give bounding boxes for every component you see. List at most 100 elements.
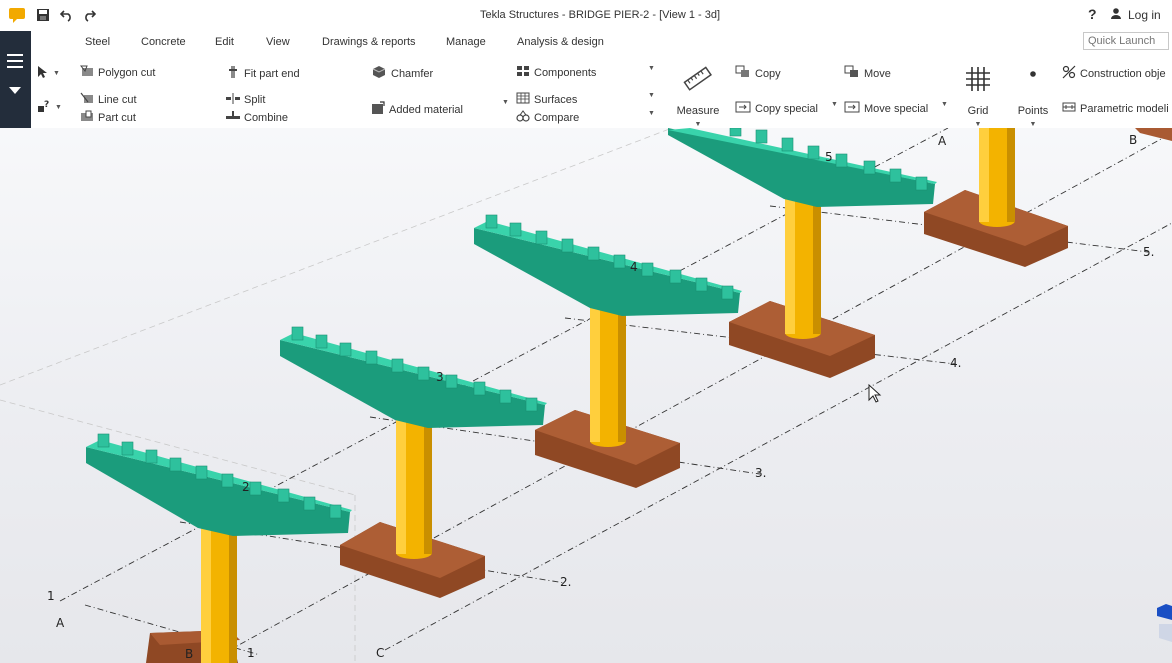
points-label[interactable]: Points [1011, 105, 1055, 117]
combine-label: Combine [244, 111, 289, 124]
fit-part-end-button[interactable]: Fit part end [226, 65, 300, 82]
tab-steel[interactable]: Steel [85, 36, 110, 48]
query-icon: ? [37, 99, 51, 116]
undo-icon[interactable] [58, 5, 76, 25]
query-tool-button[interactable]: ? ▼ [37, 99, 62, 116]
compare-button[interactable]: Compare [516, 110, 579, 125]
move-special-label: Move special [864, 102, 929, 115]
grid-icon[interactable] [965, 66, 991, 95]
title-bar: Tekla Structures - BRIDGE PIER-2 - [View… [0, 0, 1172, 31]
copy-button[interactable]: Copy [735, 65, 781, 82]
parametric-modeling-button[interactable]: Parametric modeli [1062, 101, 1169, 116]
tekla-logo-icon[interactable] [6, 5, 28, 25]
surfaces-button[interactable]: Surfaces [516, 92, 577, 107]
polygon-cut-button[interactable]: Polygon cut [79, 65, 155, 80]
bridge-pier-6-partial[interactable] [924, 128, 1172, 267]
measure-label[interactable]: Measure [675, 105, 721, 117]
bridge-pier-2[interactable]: 2 [86, 433, 352, 663]
login-label: Log in [1128, 7, 1161, 22]
copy-special-dropdown[interactable]: ▼ [831, 101, 838, 108]
added-material-button[interactable]: Added material [371, 101, 463, 118]
model-scene[interactable]: 2 3 4 5 1 1 2. 3. 4. 5. A A B B C [0, 128, 1172, 663]
surfaces-icon [516, 92, 530, 107]
expand-down-icon[interactable] [9, 86, 21, 98]
side-menu-strip [0, 31, 31, 128]
chamfer-button[interactable]: Chamfer [371, 65, 433, 82]
components-dropdown[interactable]: ▼ [648, 65, 655, 72]
quick-launch-input[interactable] [1083, 32, 1169, 50]
compare-icon [516, 110, 530, 125]
grid-label-2: 2. [560, 575, 571, 589]
components-label: Components [534, 66, 597, 79]
chevron-down-icon: ▼ [941, 101, 948, 108]
move-special-button[interactable]: Move special [844, 101, 928, 116]
grid-label-b-upper: B [1129, 133, 1137, 147]
move-special-dropdown[interactable]: ▼ [941, 101, 948, 108]
hamburger-menu-icon[interactable] [7, 53, 23, 72]
added-material-icon [371, 101, 385, 118]
compare-label: Compare [534, 111, 580, 124]
move-button[interactable]: Move [844, 65, 891, 82]
construction-objects-icon [1062, 65, 1076, 82]
mouse-cursor-icon [868, 383, 882, 403]
copy-special-button[interactable]: Copy special [735, 101, 818, 116]
part-cut-button[interactable]: Part cut [80, 110, 136, 125]
grid-label-a: A [56, 616, 65, 630]
move-special-icon [844, 101, 860, 116]
pointer-icon [37, 65, 49, 82]
added-material-dropdown[interactable]: ▼ [502, 99, 509, 106]
pier-label-2: 2 [242, 480, 250, 494]
model-view-3d[interactable]: 2 3 4 5 1 1 2. 3. 4. 5. A A B B C [0, 128, 1172, 663]
copy-special-icon [735, 101, 751, 116]
bridge-pier-4[interactable]: 4 [474, 214, 742, 488]
chevron-down-icon: ▼ [974, 121, 982, 128]
fit-part-end-icon [226, 65, 240, 82]
redo-icon[interactable] [80, 5, 98, 25]
grid-label-b: B [185, 647, 193, 661]
svg-text:?: ? [44, 100, 49, 110]
construction-objects-button[interactable]: Construction obje [1062, 65, 1166, 82]
surfaces-label: Surfaces [534, 93, 578, 106]
combine-icon [226, 110, 240, 125]
tab-analysis-design[interactable]: Analysis & design [517, 36, 604, 48]
pier-label-3: 3 [436, 370, 444, 384]
tab-edit[interactable]: Edit [209, 36, 240, 55]
split-button[interactable]: Split [226, 92, 265, 107]
pier-label-4: 4 [630, 260, 638, 274]
fit-part-end-label: Fit part end [244, 67, 300, 80]
components-button[interactable]: Components [516, 65, 596, 80]
line-cut-label: Line cut [98, 93, 137, 106]
split-icon [226, 92, 240, 107]
tab-view[interactable]: View [266, 36, 290, 48]
select-tool-button[interactable]: ▼ [37, 65, 60, 82]
line-cut-button[interactable]: Line cut [80, 92, 137, 107]
grid-label-1-lower: 1 [247, 646, 255, 660]
components-icon [516, 65, 530, 80]
parametric-modeling-label: Parametric modeli [1080, 102, 1169, 115]
copy-label: Copy [755, 67, 781, 80]
login-button[interactable]: Log in [1110, 7, 1161, 22]
point-dot-icon[interactable] [1029, 69, 1037, 81]
grid-label[interactable]: Grid [956, 105, 1000, 117]
bridge-pier-5[interactable]: 5 [668, 128, 937, 378]
combine-button[interactable]: Combine [226, 110, 288, 125]
measure-ruler-icon[interactable] [683, 64, 713, 97]
view-cube-icon[interactable] [1157, 604, 1172, 642]
pier-label-5: 5 [825, 150, 833, 164]
window-title: Tekla Structures - BRIDGE PIER-2 - [View… [479, 9, 721, 21]
tab-drawings-reports[interactable]: Drawings & reports [322, 36, 416, 48]
polygon-cut-icon [79, 65, 94, 80]
ribbon-tabs: Steel Concrete Edit View Drawings & repo… [31, 31, 1172, 55]
tab-manage[interactable]: Manage [446, 36, 486, 48]
move-icon [844, 65, 860, 82]
bridge-pier-3[interactable]: 3 [280, 326, 547, 598]
tab-concrete[interactable]: Concrete [141, 36, 186, 48]
chamfer-icon [371, 65, 387, 82]
grid-label-1: 1 [47, 589, 55, 603]
save-icon[interactable] [34, 5, 52, 25]
grid-label-4: 4. [950, 356, 961, 370]
compare-dropdown[interactable]: ▼ [648, 110, 655, 117]
chevron-down-icon: ▼ [55, 104, 62, 111]
surfaces-dropdown[interactable]: ▼ [648, 92, 655, 99]
help-button[interactable]: ? [1088, 6, 1097, 22]
